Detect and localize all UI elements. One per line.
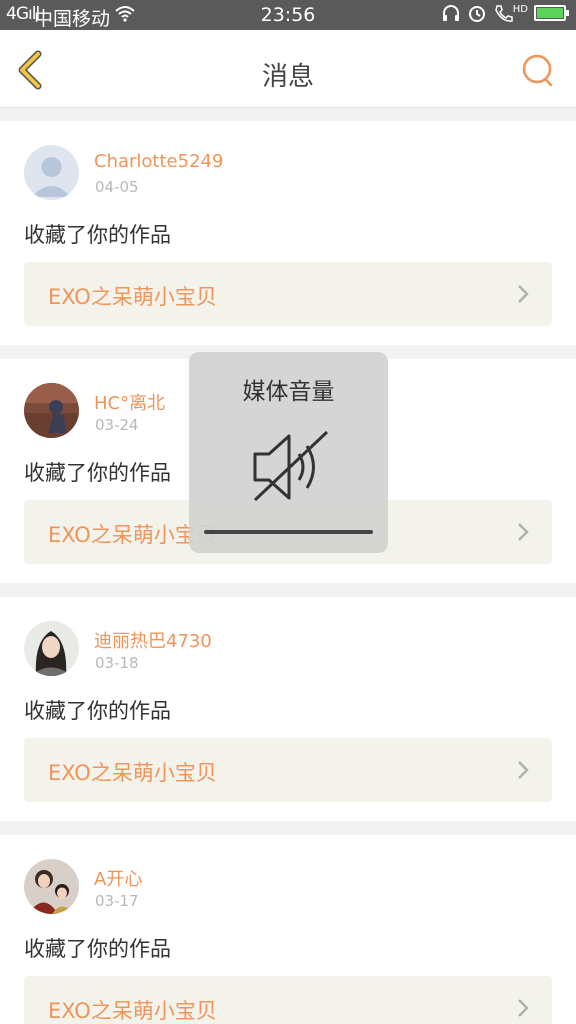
page-title: 消息 bbox=[261, 62, 314, 92]
username[interactable]: Charlotte5249 bbox=[94, 151, 223, 172]
username[interactable]: 迪丽热巴4730 bbox=[94, 627, 212, 653]
avatar[interactable] bbox=[24, 145, 79, 200]
alarm-icon bbox=[468, 6, 485, 22]
message-date: 04-05 bbox=[95, 178, 139, 196]
work-link[interactable]: EXO之呆萌小宝贝 bbox=[24, 738, 552, 802]
username[interactable]: HC°离北 bbox=[94, 389, 165, 415]
hd-label: HD bbox=[512, 3, 528, 15]
avatar[interactable] bbox=[24, 859, 79, 914]
message-card: A开心 03-17 收藏了你的作品 EXO之呆萌小宝贝 bbox=[0, 835, 576, 1024]
nav-header: 消息 bbox=[0, 30, 576, 108]
headphones-icon bbox=[442, 5, 459, 21]
message-date: 03-24 bbox=[95, 416, 139, 434]
message-date: 03-18 bbox=[95, 654, 139, 672]
chevron-right-icon bbox=[518, 999, 529, 1017]
avatar[interactable] bbox=[24, 383, 79, 438]
hd-call-icon bbox=[494, 5, 513, 22]
volume-toast: 媒体音量 bbox=[189, 352, 388, 553]
message-list: Charlotte5249 04-05 收藏了你的作品 EXO之呆萌小宝贝 HC… bbox=[0, 108, 576, 1024]
message-action: 收藏了你的作品 bbox=[24, 699, 171, 723]
work-title: EXO之呆萌小宝贝 bbox=[48, 285, 217, 309]
battery-icon bbox=[534, 5, 569, 21]
search-icon bbox=[522, 54, 553, 87]
message-action: 收藏了你的作品 bbox=[24, 461, 171, 485]
work-link[interactable]: EXO之呆萌小宝贝 bbox=[24, 262, 552, 326]
chevron-right-icon bbox=[518, 285, 529, 303]
message-action: 收藏了你的作品 bbox=[24, 937, 171, 961]
message-action: 收藏了你的作品 bbox=[24, 223, 171, 247]
message-date: 03-17 bbox=[95, 892, 139, 910]
status-icons: HD bbox=[441, 3, 569, 23]
username[interactable]: A开心 bbox=[94, 865, 142, 891]
message-card: Charlotte5249 04-05 收藏了你的作品 EXO之呆萌小宝贝 bbox=[0, 121, 576, 345]
chevron-right-icon bbox=[518, 761, 529, 779]
work-link[interactable]: EXO之呆萌小宝贝 bbox=[24, 976, 552, 1024]
chevron-right-icon bbox=[518, 523, 529, 541]
message-card: 迪丽热巴4730 03-18 收藏了你的作品 EXO之呆萌小宝贝 bbox=[0, 597, 576, 821]
work-title: EXO之呆萌小宝贝 bbox=[48, 761, 217, 785]
speaker-muted-icon bbox=[253, 430, 329, 502]
avatar[interactable] bbox=[24, 621, 79, 676]
volume-toast-title: 媒体音量 bbox=[242, 379, 335, 405]
search-button[interactable] bbox=[520, 52, 556, 88]
work-title: EXO之呆萌小宝贝 bbox=[48, 999, 217, 1023]
status-bar: 4Gıll 中国移动 23:56 HD bbox=[0, 0, 576, 30]
volume-level-bar bbox=[204, 530, 373, 534]
